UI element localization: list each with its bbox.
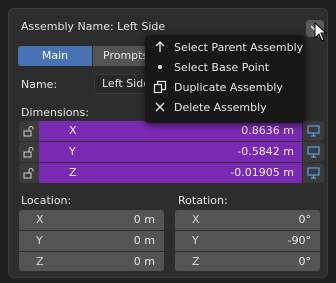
dot-icon [158,65,162,69]
menu-item-select-parent-assembly[interactable]: Select Parent Assembly [145,38,305,58]
rotation-y-field[interactable]: Y -90° [175,231,320,251]
monitor-icon [307,167,320,179]
axis-label: X [69,124,77,137]
tab-main[interactable]: Main [18,46,92,66]
location-z-field[interactable]: Z 0 m [19,252,164,271]
visibility-toggle[interactable] [303,142,324,162]
unlocked-icon [23,168,34,179]
location-x-field[interactable]: X 0 m [19,210,164,230]
location-value: 0 m [133,213,155,226]
assembly-context-menu: Select Parent Assembly Select Base Point… [145,35,305,123]
axis-label: Y [69,145,76,158]
dimension-value: 0.8636 m [241,124,294,137]
location-fields: X 0 m Y 0 m Z 0 m [19,210,164,271]
menu-item-label: Delete Assembly [174,101,267,114]
dimension-y-field[interactable]: Y -0.5842 m [39,142,302,162]
axis-label: X [192,213,200,226]
menu-item-label: Duplicate Assembly [174,81,283,94]
panel-title: Assembly Name: Left Side [21,20,166,33]
rotation-value: 0° [298,213,312,226]
menu-item-duplicate-assembly[interactable]: Duplicate Assembly [145,78,305,98]
unlocked-icon [23,126,34,137]
mouse-cursor-icon [314,22,328,42]
arrow-up-icon [155,41,165,52]
location-value: 0 m [133,255,155,268]
rotation-x-field[interactable]: X 0° [175,210,320,230]
name-label: Name: [21,78,58,91]
dimension-x-field[interactable]: X 0.8636 m [39,121,302,141]
location-value: 0 m [133,234,155,247]
rotation-value: 0° [298,255,312,268]
axis-label: Y [36,234,43,247]
menu-item-label: Select Base Point [174,61,270,74]
dimension-row-z: Z -0.01905 m [19,163,324,183]
dimension-z-field[interactable]: Z -0.01905 m [39,163,302,183]
axis-label: X [36,213,44,226]
dimensions-label: Dimensions: [21,106,89,119]
axis-label: Z [192,255,200,268]
unlocked-icon [23,147,34,158]
axis-label: Z [36,255,44,268]
dimension-row-x: X 0.8636 m [19,121,324,141]
lock-toggle[interactable] [19,142,39,162]
menu-item-label: Select Parent Assembly [174,41,304,54]
dimension-value: -0.5842 m [237,145,294,158]
monitor-icon [307,125,320,137]
dimension-row-y: Y -0.5842 m [19,142,324,162]
lock-toggle[interactable] [19,163,39,183]
rotation-value: -90° [287,234,311,247]
menu-item-select-base-point[interactable]: Select Base Point [145,58,305,78]
menu-item-delete-assembly[interactable]: Delete Assembly [145,98,305,118]
axis-label: Y [192,234,199,247]
rotation-label: Rotation: [178,194,228,207]
axis-label: Z [69,166,77,179]
dimension-value: -0.01905 m [230,166,294,179]
visibility-toggle[interactable] [303,121,324,141]
rotation-fields: X 0° Y -90° Z 0° [175,210,320,271]
lock-toggle[interactable] [19,121,39,141]
monitor-icon [307,146,320,158]
x-icon [155,102,165,112]
duplicate-icon [153,80,167,94]
rotation-z-field[interactable]: Z 0° [175,252,320,271]
location-label: Location: [21,194,72,207]
visibility-toggle[interactable] [303,163,324,183]
location-y-field[interactable]: Y 0 m [19,231,164,251]
tab-prompts[interactable]: Prompts [93,46,153,66]
